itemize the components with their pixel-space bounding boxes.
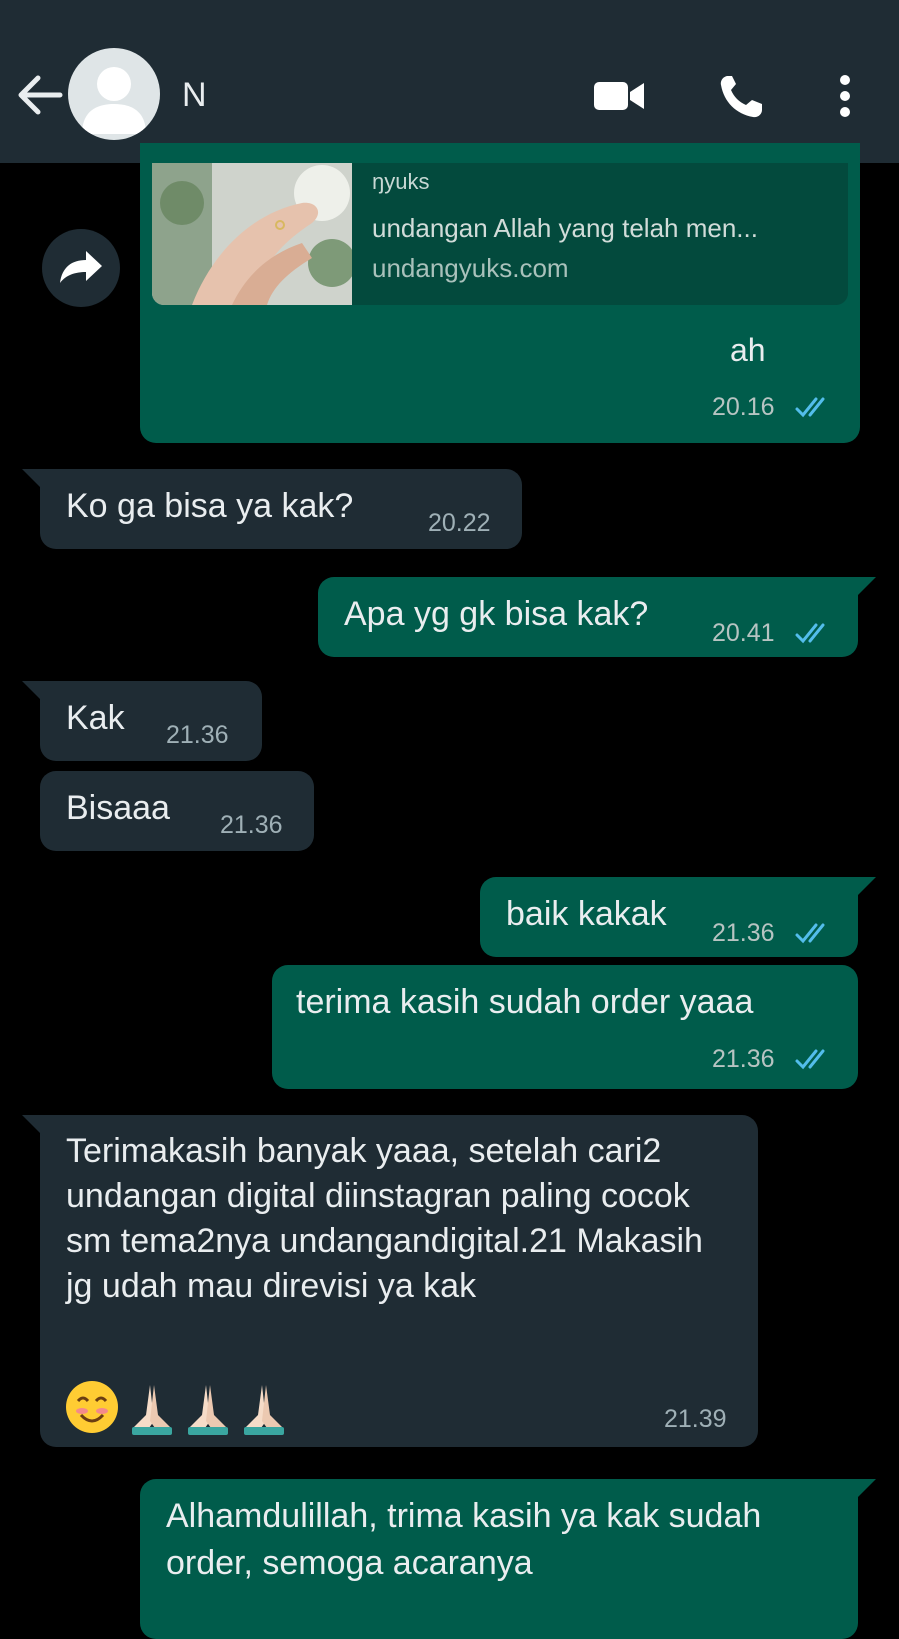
message-emoji: [64, 1379, 304, 1435]
message-text: Alhamdulillah, trima kasih ya kak sudah …: [166, 1497, 762, 1582]
forward-arrow-icon: [60, 251, 102, 283]
read-ticks-icon: [795, 397, 825, 418]
message-time: 20.41: [712, 619, 775, 647]
message-caption-fragment: ah: [730, 332, 766, 368]
outgoing-message[interactable]: baik kakak 21.36: [480, 877, 876, 957]
outgoing-message[interactable]: Alhamdulillah, trima kasih ya kak sudah …: [140, 1479, 876, 1639]
arrow-left-icon[interactable]: [14, 72, 64, 118]
phone-icon[interactable]: [714, 70, 768, 122]
message-time: 21.39: [664, 1405, 727, 1433]
message-time: 20.16: [712, 393, 775, 421]
link-preview-card[interactable]: ŋyuks undangan Allah yang telah men... u…: [152, 163, 848, 305]
chat-header: N: [0, 0, 899, 163]
message-time: 21.36: [712, 919, 775, 947]
message-time: 21.36: [220, 811, 283, 839]
read-ticks-icon: [795, 923, 825, 944]
message-text: Ko ga bisa ya kak?: [66, 487, 354, 525]
link-domain[interactable]: undangyuks.com: [372, 253, 569, 284]
default-avatar-icon: [82, 67, 146, 134]
contact-name[interactable]: N: [182, 76, 242, 115]
read-ticks-icon: [795, 623, 825, 644]
incoming-message[interactable]: Bisaaa 21.36: [40, 771, 314, 851]
avatar[interactable]: [68, 48, 160, 140]
link-site-title: ŋyuks: [372, 169, 430, 194]
message-text: Kak: [66, 699, 125, 737]
message-time: 21.36: [166, 721, 229, 749]
outgoing-message[interactable]: Apa yg gk bisa kak? 20.41: [318, 577, 876, 657]
more-vertical-icon[interactable]: [830, 70, 860, 122]
link-description: undangan Allah yang telah men...: [372, 213, 758, 243]
incoming-message[interactable]: Terimakasih banyak yaaa, setelah cari2 u…: [22, 1115, 758, 1447]
smile-and-pray-emoji-icon: [66, 1381, 284, 1435]
message-text: Terimakasih banyak yaaa, setelah cari2 u…: [66, 1132, 703, 1305]
outgoing-message[interactable]: terima kasih sudah order yaaa 21.36: [272, 965, 858, 1089]
forward-button[interactable]: [42, 229, 120, 307]
message-time: 21.36: [712, 1045, 775, 1073]
link-preview-message[interactable]: ŋyuks undangan Allah yang telah men... u…: [140, 143, 860, 443]
read-ticks-icon: [795, 1049, 825, 1070]
video-camera-icon[interactable]: [592, 70, 646, 122]
message-text: terima kasih sudah order yaaa: [296, 983, 754, 1021]
message-time: 20.22: [428, 509, 491, 537]
message-list[interactable]: ŋyuks undangan Allah yang telah men... u…: [0, 143, 899, 1639]
wedding-thumbnail-image: [152, 163, 352, 305]
message-text: Apa yg gk bisa kak?: [344, 595, 649, 633]
message-text: Bisaaa: [66, 789, 170, 827]
incoming-message[interactable]: Ko ga bisa ya kak? 20.22: [22, 469, 522, 549]
incoming-message[interactable]: Kak 21.36: [22, 681, 262, 761]
message-text: baik kakak: [506, 895, 667, 933]
